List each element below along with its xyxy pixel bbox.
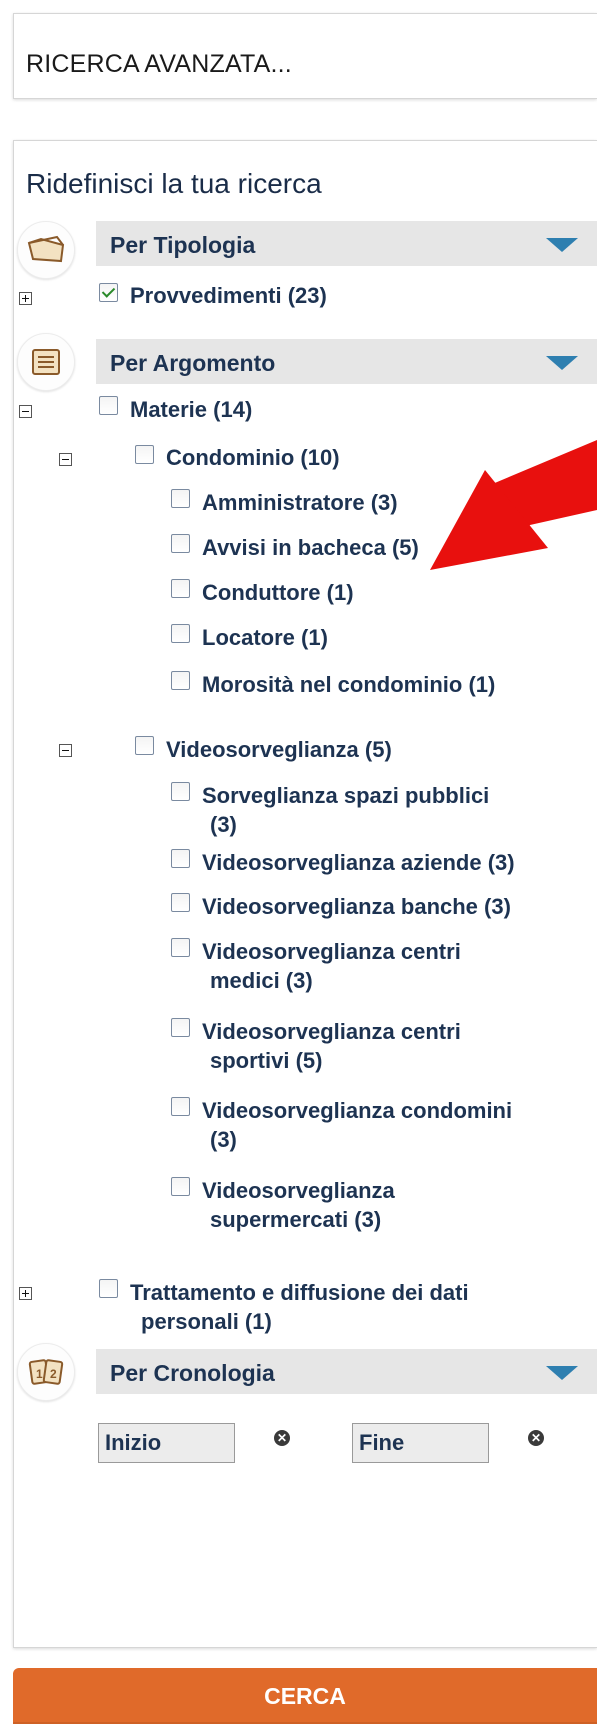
chevron-down-icon[interactable]: [546, 238, 578, 252]
checkbox-videosorveglianza[interactable]: [135, 736, 154, 755]
tree-item-locatore[interactable]: Locatore (1): [202, 623, 328, 652]
tree-item-condominio[interactable]: Condominio (10): [166, 443, 340, 472]
tree-item-video-supermercati[interactable]: Videosorveglianza: [202, 1176, 395, 1205]
tree-item-materie[interactable]: Materie (14): [130, 395, 252, 424]
svg-text:1: 1: [36, 1367, 43, 1381]
tree-item-conduttore[interactable]: Conduttore (1): [202, 578, 354, 607]
tree-item-videosorveglianza[interactable]: Videosorveglianza (5): [166, 735, 392, 764]
tree-item-morosita[interactable]: Morosità nel condominio (1): [202, 670, 495, 699]
checkbox-video-banche[interactable]: [171, 893, 190, 912]
checkbox-locatore[interactable]: [171, 624, 190, 643]
checkbox-trattamento[interactable]: [99, 1279, 118, 1298]
chevron-down-icon[interactable]: [546, 1366, 578, 1380]
tree-item-video-condomini-count[interactable]: (3): [210, 1125, 237, 1154]
tree-item-video-aziende[interactable]: Videosorveglianza aziende (3): [202, 848, 515, 877]
section-cronologia-label: Per Cronologia: [110, 1360, 275, 1386]
folder-icon: [17, 221, 75, 279]
section-cronologia-header[interactable]: Per Cronologia: [96, 1349, 597, 1394]
section-argomento-header[interactable]: Per Argomento: [96, 339, 597, 384]
checkbox-provvedimenti[interactable]: [99, 283, 118, 302]
tree-item-avvisi-bacheca[interactable]: Avvisi in bacheca (5): [202, 533, 419, 562]
svg-text:2: 2: [50, 1367, 57, 1381]
collapse-toggle-materie[interactable]: [19, 405, 32, 418]
tree-item-sorveglianza-spazi-count[interactable]: (3): [210, 810, 237, 839]
date-end-input[interactable]: Fine: [352, 1423, 489, 1463]
tree-item-video-supermercati-cont[interactable]: supermercati (3): [210, 1205, 381, 1234]
chevron-down-icon[interactable]: [546, 356, 578, 370]
tree-item-video-condomini[interactable]: Videosorveglianza condomini: [202, 1096, 512, 1125]
checkbox-avvisi-bacheca[interactable]: [171, 534, 190, 553]
tree-item-amministratore[interactable]: Amministratore (3): [202, 488, 398, 517]
section-argomento-label: Per Argomento: [110, 350, 276, 376]
checkbox-condominio[interactable]: [135, 445, 154, 464]
tree-item-video-centri-sportivi[interactable]: Videosorveglianza centri: [202, 1017, 461, 1046]
calendar-icon: 1 2: [17, 1343, 75, 1401]
advanced-search-title[interactable]: RICERCA AVANZATA...: [26, 50, 292, 79]
search-button[interactable]: CERCA: [13, 1668, 597, 1724]
section-tipologia-label: Per Tipologia: [110, 232, 256, 258]
tree-item-video-banche[interactable]: Videosorveglianza banche (3): [202, 892, 511, 921]
checkbox-video-supermercati[interactable]: [171, 1177, 190, 1196]
clear-end-icon[interactable]: ✕: [528, 1430, 544, 1446]
expand-toggle-provvedimenti[interactable]: [19, 292, 32, 305]
tree-item-trattamento[interactable]: Trattamento e diffusione dei dati: [130, 1278, 469, 1307]
refine-title: Ridefinisci la tua ricerca: [26, 168, 322, 199]
document-list-icon: [17, 333, 75, 391]
checkbox-video-condomini[interactable]: [171, 1097, 190, 1116]
tree-item-video-centri-sportivi-cont[interactable]: sportivi (5): [210, 1046, 322, 1075]
checkbox-video-centri-medici[interactable]: [171, 938, 190, 957]
checkbox-amministratore[interactable]: [171, 489, 190, 508]
tree-item-sorveglianza-spazi[interactable]: Sorveglianza spazi pubblici: [202, 781, 489, 810]
checkbox-video-aziende[interactable]: [171, 849, 190, 868]
checkbox-video-centri-sportivi[interactable]: [171, 1018, 190, 1037]
annotation-arrow-icon: [430, 440, 597, 570]
date-start-input[interactable]: Inizio: [98, 1423, 235, 1463]
tree-item-video-centri-medici[interactable]: Videosorveglianza centri: [202, 937, 461, 966]
advanced-search-panel[interactable]: RICERCA AVANZATA...: [13, 13, 597, 99]
collapse-toggle-videosorveglianza[interactable]: [59, 744, 72, 757]
collapse-toggle-condominio[interactable]: [59, 453, 72, 466]
tree-item-trattamento-cont[interactable]: personali (1): [141, 1307, 272, 1336]
checkbox-materie[interactable]: [99, 396, 118, 415]
tree-item-provvedimenti[interactable]: Provvedimenti (23): [130, 281, 327, 310]
expand-toggle-trattamento[interactable]: [19, 1287, 32, 1300]
checkbox-conduttore[interactable]: [171, 579, 190, 598]
refine-search-panel: Ridefinisci la tua ricerca Per Tipologia…: [13, 140, 597, 1648]
tree-item-video-centri-medici-cont[interactable]: medici (3): [210, 966, 313, 995]
checkbox-morosita[interactable]: [171, 671, 190, 690]
clear-start-icon[interactable]: ✕: [274, 1430, 290, 1446]
checkbox-sorveglianza-spazi[interactable]: [171, 782, 190, 801]
section-tipologia-header[interactable]: Per Tipologia: [96, 221, 597, 266]
